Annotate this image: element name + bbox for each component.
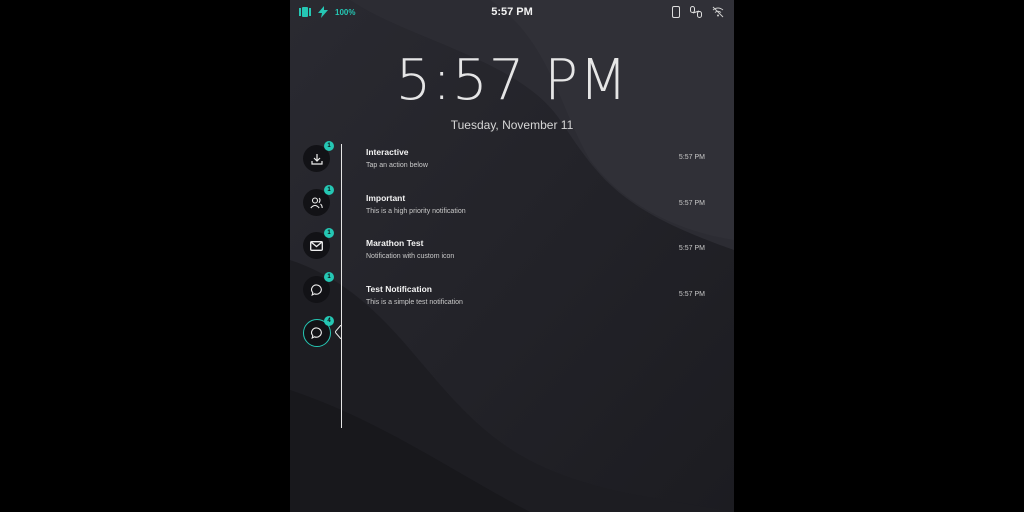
lock-screen: 100% 5:57 PM 5:57 PM Tuesday, November 1… (290, 0, 734, 512)
app-icon-users[interactable]: 1 (303, 185, 334, 216)
app-icon-chat[interactable]: 1 (303, 272, 334, 303)
notification-badge: 1 (324, 272, 334, 282)
timeline-notch (335, 325, 342, 339)
notification-badge: 1 (324, 185, 334, 195)
notification-time: 5:57 PM (678, 291, 705, 298)
link-icon[interactable] (690, 6, 702, 18)
app-icon-chat-active[interactable]: 4 (303, 316, 334, 347)
notification-time: 5:57 PM (678, 154, 705, 161)
app-icon-download[interactable]: 1 (303, 141, 334, 172)
timeline-line (341, 144, 342, 428)
status-bar: 100% 5:57 PM (290, 0, 734, 26)
notification-subtitle: Tap an action below (366, 162, 428, 169)
status-time: 5:57 PM (491, 6, 533, 18)
notification-item[interactable]: Marathon Test Notification with custom i… (366, 238, 706, 260)
notification-title: Interactive (366, 147, 409, 157)
lock-clock: 5:57 PM (395, 48, 629, 113)
chat-bubble-icon (310, 283, 323, 296)
notification-item[interactable]: Interactive Tap an action below 5:57 PM (366, 147, 706, 169)
notification-subtitle: This is a high priority notification (366, 208, 466, 215)
notification-time: 5:57 PM (678, 245, 705, 252)
notification-title: Important (366, 193, 406, 203)
phone-icon[interactable] (672, 6, 680, 18)
notification-subtitle: This is a simple test notification (366, 299, 463, 306)
notification-title: Marathon Test (366, 238, 424, 248)
notification-badge: 1 (324, 141, 334, 151)
notification-title: Test Notification (366, 284, 432, 294)
notification-time: 5:57 PM (678, 200, 705, 207)
lock-date: Tuesday, November 11 (450, 118, 574, 132)
app-icon-mail[interactable]: 1 (303, 228, 334, 259)
download-icon (310, 153, 323, 165)
users-icon (310, 196, 323, 209)
mail-icon (310, 240, 323, 251)
notification-badge: 4 (324, 316, 334, 326)
chat-bubble-icon (311, 327, 323, 339)
notification-subtitle: Notification with custom icon (366, 253, 455, 260)
notification-item[interactable]: Test Notification This is a simple test … (366, 284, 706, 306)
wifi-off-icon[interactable] (712, 6, 724, 18)
notification-item[interactable]: Important This is a high priority notifi… (366, 193, 706, 215)
notification-badge: 1 (324, 228, 334, 238)
